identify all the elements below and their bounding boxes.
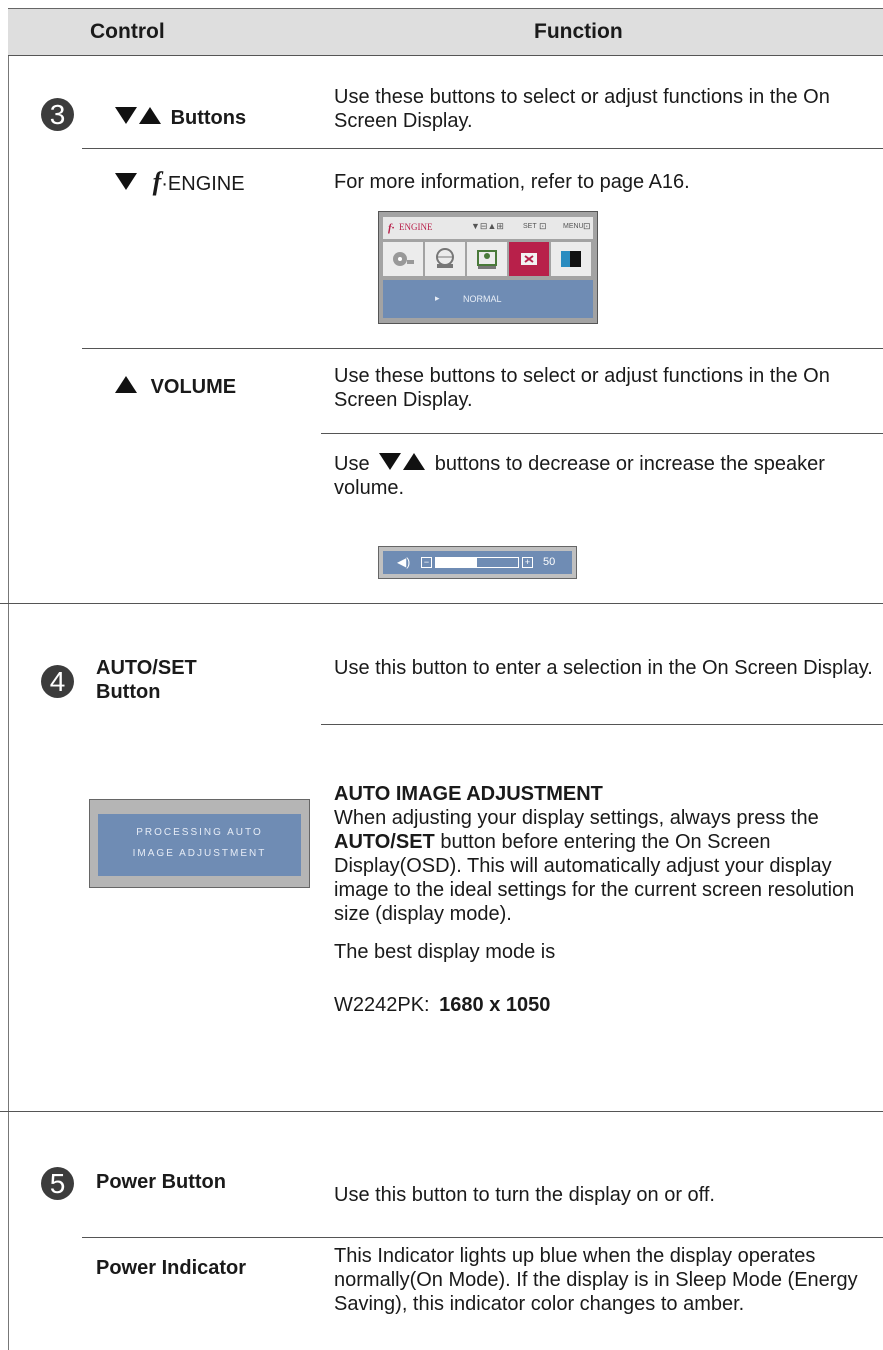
auto-adjust-text: When adjusting your display settings, al… xyxy=(334,806,874,926)
model-name: W2242PK: xyxy=(334,994,430,1016)
down-triangle-icon xyxy=(115,107,137,124)
fengine-control: f·ENGINE xyxy=(115,167,245,196)
up-triangle-icon xyxy=(403,453,426,470)
volume-osd-inner: ◀) − + 50 xyxy=(383,551,572,574)
section-4-number: 4 xyxy=(41,665,74,698)
buttons-label: Buttons xyxy=(170,107,247,129)
osd-arrow-icon: ▸ xyxy=(435,293,440,303)
divider xyxy=(82,1237,883,1238)
f-symbol: f xyxy=(152,167,162,196)
section-3-number: 3 xyxy=(41,98,74,131)
divider xyxy=(82,348,883,349)
up-triangle-icon xyxy=(115,376,137,393)
section-divider xyxy=(0,1111,883,1112)
table-header: Control Function xyxy=(8,8,883,56)
volume-fill xyxy=(436,558,477,567)
auto-text-1: When adjusting your display settings, al… xyxy=(334,807,819,829)
down-triangle-icon xyxy=(115,173,137,190)
normal-mode-icon-selected xyxy=(509,242,549,276)
autoset-label-line1: AUTO/SET xyxy=(96,657,197,679)
section-divider xyxy=(0,603,883,604)
dot-icon: · xyxy=(161,173,168,195)
autoset-label: AUTO/SET Button xyxy=(96,656,197,704)
section-5-number: 5 xyxy=(41,1167,74,1200)
user-mode-icon xyxy=(467,242,507,276)
volume-value: 50 xyxy=(543,556,556,568)
auto-adjust-block: AUTO IMAGE ADJUSTMENT When adjusting you… xyxy=(334,782,874,926)
movie-mode-icon xyxy=(383,242,423,276)
autoset-label-line2: Button xyxy=(96,681,161,703)
volume-track xyxy=(435,557,519,568)
header-function: Function xyxy=(534,20,623,43)
power-button-description: Use this button to turn the display on o… xyxy=(334,1184,715,1206)
resolution-value: 1680 x 1050 xyxy=(439,994,551,1016)
minus-icon: − xyxy=(421,557,432,568)
osd-normal-value: NORMAL xyxy=(463,294,502,304)
buttons-control: Buttons xyxy=(115,106,246,130)
volume-label: VOLUME xyxy=(150,376,237,398)
buttons-description: Use these buttons to select or adjust fu… xyxy=(334,86,830,132)
divider xyxy=(82,148,883,149)
osd-menu-label: MENU xyxy=(563,223,584,230)
volume-description-1: Use these buttons to select or adjust fu… xyxy=(334,365,830,411)
auto-text-bold: AUTO/SET xyxy=(334,831,435,853)
power-indicator-description: This Indicator lights up blue when the d… xyxy=(334,1245,858,1315)
osd-set-icon: ⊡ xyxy=(539,221,547,231)
power-button-label: Power Button xyxy=(96,1171,226,1193)
processing-line-1: PROCESSING AUTO xyxy=(136,827,263,838)
osd-arrow-icons: ▼⊟▲⊞ xyxy=(471,221,504,231)
up-triangle-icon xyxy=(139,107,161,124)
osd-f-symbol: f· xyxy=(388,222,395,234)
processing-line-2: IMAGE ADJUSTMENT xyxy=(132,848,267,859)
volume-desc-pre: Use xyxy=(334,453,370,475)
osd-engine-label: ENGINE xyxy=(399,222,433,232)
osd-set-label: SET xyxy=(523,223,537,230)
osd-value-bar: ▸ NORMAL xyxy=(383,280,593,318)
osd-top-bar: f· ENGINE ▼⊟▲⊞ SET ⊡ MENU ⊡ xyxy=(383,217,593,239)
volume-osd: ◀) − + 50 xyxy=(378,546,577,579)
osd-menu-icon: ⊡ xyxy=(583,221,591,231)
fengine-label: ENGINE xyxy=(167,173,245,195)
volume-description-2: Use buttons to decrease or increase the … xyxy=(334,452,864,500)
speaker-icon: ◀) xyxy=(397,555,411,569)
internet-mode-icon xyxy=(425,242,465,276)
fengine-description: For more information, refer to page A16. xyxy=(334,171,690,193)
best-mode-text: The best display mode is xyxy=(334,941,556,963)
down-triangle-icon xyxy=(379,453,402,470)
divider xyxy=(321,724,883,725)
power-indicator-label: Power Indicator xyxy=(96,1257,247,1279)
auto-adjust-title: AUTO IMAGE ADJUSTMENT xyxy=(334,783,603,805)
table-left-border xyxy=(8,8,9,1350)
volume-control: VOLUME xyxy=(115,375,236,399)
demo-mode-icon xyxy=(551,242,591,276)
header-control: Control xyxy=(90,20,165,43)
divider xyxy=(321,433,883,434)
model-resolution: W2242PK: 1680 x 1050 xyxy=(334,993,550,1017)
processing-osd-inner: PROCESSING AUTO IMAGE ADJUSTMENT xyxy=(98,814,301,876)
processing-osd: PROCESSING AUTO IMAGE ADJUSTMENT xyxy=(89,799,310,888)
osd-mode-icons xyxy=(383,242,593,276)
autoset-description: Use this button to enter a selection in … xyxy=(334,657,873,679)
fengine-osd-panel: f· ENGINE ▼⊟▲⊞ SET ⊡ MENU ⊡ ▸ NORMAL xyxy=(378,211,598,324)
plus-icon: + xyxy=(522,557,533,568)
